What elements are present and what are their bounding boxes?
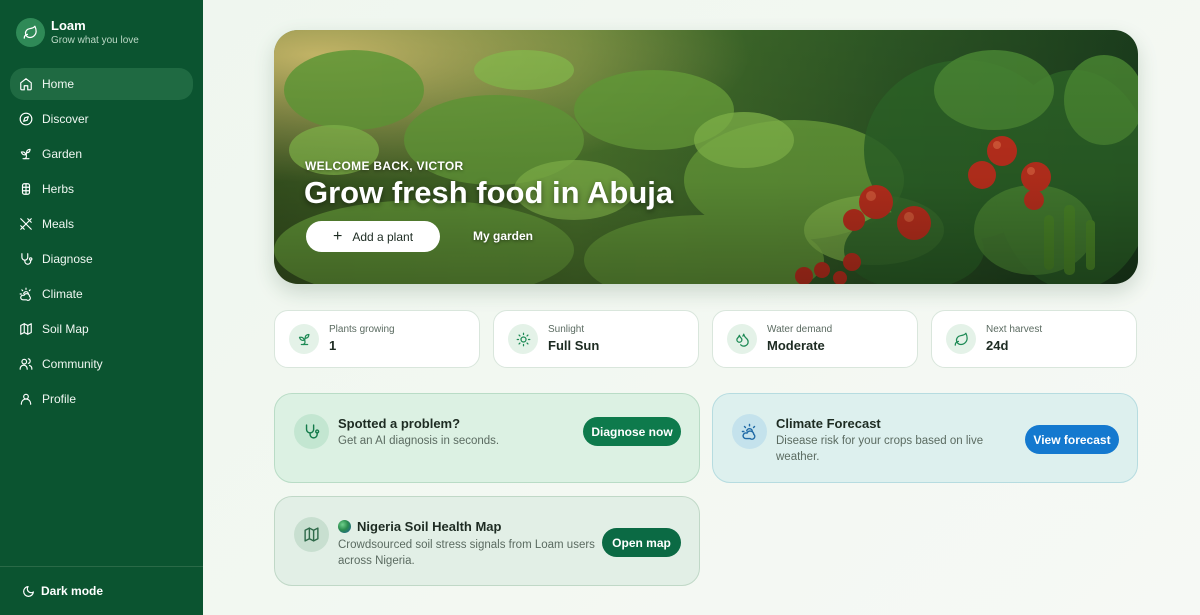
moon-icon <box>23 585 34 597</box>
soil-map-description: Crowdsourced soil stress signals from Lo… <box>338 537 595 569</box>
sidebar-item-label: Community <box>42 357 103 371</box>
sidebar-item-label: Diagnose <box>42 252 93 266</box>
herb-icon <box>21 183 31 195</box>
stat-value: 24d <box>986 338 1009 353</box>
soil-map-description-line2: across Nigeria. <box>338 555 415 567</box>
climate-description: Disease risk for your crops based on liv… <box>776 433 983 465</box>
view-forecast-button[interactable]: View forecast <box>1025 425 1119 454</box>
sidebar-item-discover[interactable]: Discover <box>10 103 193 135</box>
stethoscope-icon <box>21 253 33 265</box>
dark-mode-label: Dark mode <box>41 584 104 598</box>
stat-value: Full Sun <box>548 338 600 353</box>
sprout-icon <box>289 324 319 354</box>
dark-mode-toggle[interactable]: Dark mode <box>22 584 103 598</box>
globe-icon <box>338 520 351 533</box>
my-garden-button[interactable]: My garden <box>473 229 533 243</box>
diagnose-now-button[interactable]: Diagnose now <box>583 417 681 446</box>
sun-cloud-icon <box>732 414 767 449</box>
map-icon <box>20 323 32 335</box>
sidebar-item-herbs[interactable]: Herbs <box>10 173 193 205</box>
sidebar-item-diagnose[interactable]: Diagnose <box>10 243 193 275</box>
add-plant-label: Add a plant <box>352 229 414 244</box>
sidebar-item-label: Climate <box>42 287 83 301</box>
brand-name: Loam <box>51 18 86 33</box>
diagnose-card: Spotted a problem? Get an AI diagnosis i… <box>274 393 700 483</box>
sidebar-item-meals[interactable]: Meals <box>10 208 193 240</box>
stat-label: Water demand <box>767 324 833 335</box>
open-map-button[interactable]: Open map <box>602 528 681 557</box>
hero-banner: WELCOME BACK, VICTOR Grow fresh food in … <box>274 30 1138 284</box>
brand-tagline: Grow what you love <box>51 35 139 46</box>
hero-title: Grow fresh food in Abuja <box>304 175 674 210</box>
sidebar-item-label: Garden <box>42 147 83 161</box>
user-icon <box>20 393 32 405</box>
soil-map-title: Nigeria Soil Health Map <box>357 519 502 534</box>
stat-label: Sunlight <box>548 324 585 335</box>
sidebar-item-community[interactable]: Community <box>10 348 193 380</box>
sidebar-divider <box>0 566 203 567</box>
users-icon <box>19 358 33 370</box>
sun-cloud-icon <box>19 287 31 301</box>
brand[interactable]: Loam Grow what you love <box>16 18 139 47</box>
stat-card-plants: Plants growing 1 <box>274 310 480 368</box>
stat-card-harvest: Next harvest 24d <box>931 310 1137 368</box>
utensils-icon <box>20 218 32 230</box>
diagnose-description: Get an AI diagnosis in seconds. <box>338 435 500 447</box>
sidebar-item-climate[interactable]: Climate <box>10 278 193 310</box>
sidebar-nav: Home Discover Garden Herbs Meals Diagnos… <box>10 68 193 418</box>
leaf-logo-icon <box>16 18 45 47</box>
sidebar-item-label: Home <box>42 77 75 91</box>
stat-value: Moderate <box>767 338 825 353</box>
droplets-icon <box>727 324 757 354</box>
diagnose-title: Spotted a problem? <box>338 416 461 431</box>
sidebar-item-label: Profile <box>42 392 77 406</box>
stat-label: Plants growing <box>329 324 395 335</box>
soil-map-title-row: Nigeria Soil Health Map <box>338 519 501 534</box>
climate-description-line2: weather. <box>776 451 820 463</box>
stat-card-sunlight: Sunlight Full Sun <box>493 310 699 368</box>
sidebar-item-label: Herbs <box>42 182 75 196</box>
stethoscope-icon <box>294 414 329 449</box>
stat-value: 1 <box>329 338 337 353</box>
sun-icon <box>508 324 538 354</box>
soil-map-description-line1: Crowdsourced soil stress signals from Lo… <box>338 539 595 551</box>
soil-map-card: Nigeria Soil Health Map Crowdsourced soi… <box>274 496 700 586</box>
climate-description-line1: Disease risk for your crops based on liv… <box>776 435 984 447</box>
climate-forecast-card: Climate Forecast Disease risk for your c… <box>712 393 1138 483</box>
plus-icon: + <box>332 227 343 245</box>
stat-label: Next harvest <box>986 324 1043 335</box>
sidebar-item-label: Discover <box>42 112 89 126</box>
compass-icon <box>19 112 33 126</box>
sidebar-item-label: Meals <box>42 217 75 231</box>
sidebar-item-label: Soil Map <box>42 322 89 336</box>
sidebar-item-profile[interactable]: Profile <box>10 383 193 415</box>
sidebar-item-soil-map[interactable]: Soil Map <box>10 313 193 345</box>
home-icon <box>20 78 32 91</box>
leaf-icon <box>946 324 976 354</box>
sidebar-item-home[interactable]: Home <box>10 68 193 100</box>
add-plant-button[interactable]: + Add a plant <box>306 221 440 252</box>
sidebar-item-garden[interactable]: Garden <box>10 138 193 170</box>
climate-title: Climate Forecast <box>776 416 881 431</box>
stat-card-water: Water demand Moderate <box>712 310 918 368</box>
map-icon <box>294 517 329 552</box>
hero-eyebrow: WELCOME BACK, VICTOR <box>305 159 464 173</box>
sidebar: Loam Grow what you love Home Discover Ga… <box>0 0 203 615</box>
sprout-icon <box>20 148 31 160</box>
